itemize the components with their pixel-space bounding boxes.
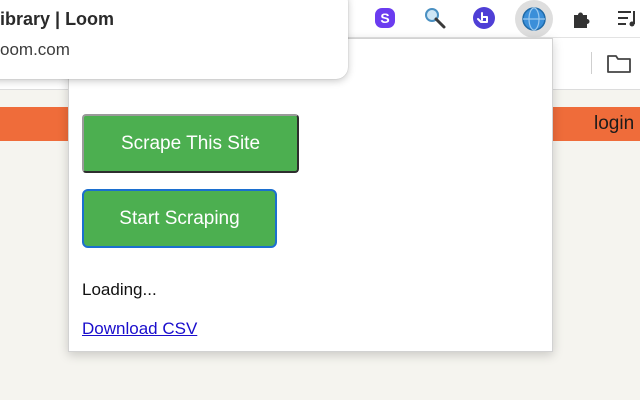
globe-scraper-extension-icon[interactable] [515, 0, 553, 38]
folder-icon[interactable] [606, 52, 632, 79]
scrape-this-site-button[interactable]: Scrape This Site [82, 114, 299, 173]
bookmarks-divider [591, 52, 592, 74]
puzzle-extensions-icon[interactable] [567, 3, 597, 33]
tab-title: ibrary | Loom [0, 9, 115, 29]
reading-list-icon[interactable] [612, 3, 640, 33]
tab-hover-card: ibrary | Loom oom.com [0, 0, 348, 79]
svg-text:S: S [380, 10, 389, 26]
status-text: Loading... [82, 280, 157, 299]
tab-url: oom.com [0, 40, 70, 59]
search-magnifier-extension-icon[interactable] [420, 3, 450, 33]
start-scraping-button[interactable]: Start Scraping [82, 189, 277, 248]
hand-pointer-extension-icon[interactable] [469, 3, 499, 33]
download-csv-link[interactable]: Download CSV [82, 319, 197, 339]
login-link[interactable]: login [594, 113, 634, 135]
skype-extension-icon[interactable]: S [370, 3, 400, 33]
scraper-extension-popup: Scrape This Site Start Scraping Loading.… [68, 38, 553, 352]
